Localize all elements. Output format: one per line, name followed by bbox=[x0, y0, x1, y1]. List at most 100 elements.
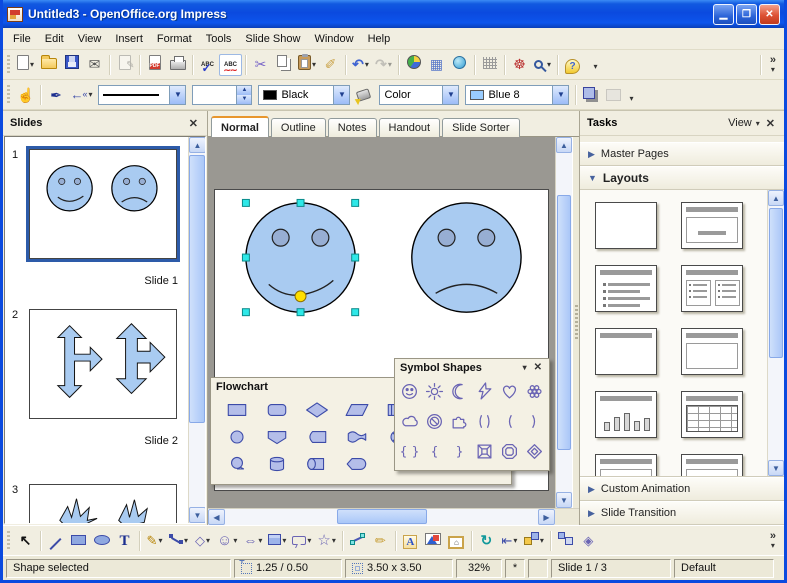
toolbar-overflow-button[interactable]: »▾ bbox=[764, 55, 782, 74]
slide-canvas[interactable]: Flowchart Symbol Shapes ▾ ✕ { }{} bbox=[208, 137, 555, 508]
menu-help[interactable]: Help bbox=[361, 30, 398, 48]
toolbar-grip[interactable] bbox=[7, 55, 10, 75]
scroll-up-icon[interactable]: ▲ bbox=[189, 137, 206, 153]
edit-points-mode-button[interactable]: ☝ bbox=[14, 84, 37, 106]
tab-outline[interactable]: Outline bbox=[271, 118, 326, 137]
prohibited-shape-button[interactable] bbox=[422, 406, 447, 436]
flower-shape-button[interactable] bbox=[522, 376, 547, 406]
navigator-button[interactable]: ☸ bbox=[508, 54, 531, 76]
section-layouts[interactable]: ▼ Layouts bbox=[580, 166, 784, 190]
scrollbar-thumb[interactable] bbox=[189, 155, 205, 423]
spellcheck-button[interactable]: ABC✓ bbox=[196, 54, 219, 76]
scrollbar-thumb[interactable] bbox=[769, 208, 783, 358]
layout-option-2-title-content[interactable] bbox=[681, 202, 743, 249]
layouts-scrollbar[interactable]: ▲ ▼ bbox=[767, 190, 784, 476]
slide-indicator[interactable]: Slide 1 / 3 bbox=[551, 559, 671, 578]
insert-chart-button[interactable] bbox=[402, 54, 425, 76]
scrollbar-thumb[interactable] bbox=[557, 195, 571, 450]
tab-slide-sorter[interactable]: Slide Sorter bbox=[442, 118, 519, 137]
menu-slide-show[interactable]: Slide Show bbox=[238, 30, 307, 48]
symbol-shapes-button[interactable]: ☺▾ bbox=[214, 530, 240, 552]
print-button[interactable] bbox=[166, 54, 189, 76]
punched-tape-shape-button[interactable] bbox=[337, 424, 377, 450]
scroll-up-icon[interactable]: ▲ bbox=[768, 190, 784, 206]
hyperlink-button[interactable] bbox=[448, 54, 471, 76]
toolbar-grip[interactable] bbox=[7, 531, 10, 551]
gallery-button[interactable]: ⌂ bbox=[445, 530, 468, 552]
interaction-button[interactable]: ◈ bbox=[577, 530, 600, 552]
toolbar-overflow-button[interactable]: »▾ bbox=[764, 531, 782, 550]
arrange-button[interactable]: ▾ bbox=[521, 530, 547, 552]
fill-tool-button[interactable] bbox=[353, 84, 376, 106]
curve-button[interactable]: ✎▾ bbox=[143, 530, 166, 552]
glue-points-button[interactable]: ✏ bbox=[369, 530, 392, 552]
sequential-access-shape-button[interactable] bbox=[217, 451, 257, 477]
decision-shape-button[interactable] bbox=[297, 397, 337, 423]
area-color-select[interactable]: Blue 8 ▼ bbox=[465, 85, 569, 105]
layout-option-3-title-bullets[interactable] bbox=[595, 265, 657, 312]
smiley-shape-button[interactable] bbox=[397, 376, 422, 406]
new-document-button[interactable]: ▾ bbox=[14, 54, 37, 76]
display-shape-button[interactable] bbox=[337, 451, 377, 477]
tasks-view-menu[interactable]: View▾✕ bbox=[728, 117, 777, 130]
chevron-down-icon[interactable]: ▼ bbox=[333, 86, 349, 104]
cut-button[interactable]: ✂ bbox=[249, 54, 272, 76]
octagon-bevel-shape-button[interactable] bbox=[497, 436, 522, 466]
chevron-down-icon[interactable]: ▾ bbox=[523, 363, 527, 372]
section-slide-transition[interactable]: ▶ Slide Transition bbox=[580, 501, 784, 525]
tab-notes[interactable]: Notes bbox=[328, 118, 377, 137]
line-width-input[interactable]: ▲▼ bbox=[192, 85, 252, 105]
minimize-button[interactable]: ▁ bbox=[713, 4, 734, 25]
insert-table-button[interactable]: ▦ bbox=[425, 54, 448, 76]
close-icon[interactable]: ✕ bbox=[532, 362, 544, 373]
close-icon[interactable]: ✕ bbox=[764, 117, 777, 130]
paste-button[interactable]: ▾ bbox=[295, 54, 319, 76]
alignment-button[interactable]: ⇤▾ bbox=[498, 530, 521, 552]
connector-shape-button[interactable] bbox=[217, 424, 257, 450]
magnetic-disc-shape-button[interactable] bbox=[257, 451, 297, 477]
line-color-select[interactable]: Black ▼ bbox=[258, 85, 350, 105]
help-button[interactable]: ? bbox=[561, 54, 584, 76]
zoom-button[interactable]: ▾ bbox=[531, 54, 554, 76]
rectangle-button[interactable] bbox=[67, 530, 90, 552]
scroll-down-icon[interactable]: ▼ bbox=[556, 492, 572, 508]
menu-tools[interactable]: Tools bbox=[199, 30, 239, 48]
rotate-button[interactable]: ↻ bbox=[475, 530, 498, 552]
layout-option-10-title-partial-2[interactable] bbox=[681, 454, 743, 477]
line-button[interactable] bbox=[44, 530, 67, 552]
direct-access-storage-shape-button[interactable] bbox=[297, 451, 337, 477]
format-paintbrush-button[interactable]: ✐ bbox=[319, 54, 342, 76]
menu-view[interactable]: View bbox=[71, 30, 109, 48]
section-custom-animation[interactable]: ▶ Custom Animation bbox=[580, 477, 784, 501]
diamond-bevel-shape-button[interactable] bbox=[522, 436, 547, 466]
layout-option-1-blank[interactable] bbox=[595, 202, 657, 249]
close-icon[interactable]: ✕ bbox=[187, 117, 200, 130]
left-brace-shape-button[interactable]: { bbox=[422, 436, 447, 466]
cloud-shape-button[interactable] bbox=[397, 406, 422, 436]
layout-option-7-title-chart[interactable] bbox=[595, 391, 657, 438]
left-bracket-shape-button[interactable] bbox=[497, 406, 522, 436]
layout-option-4-title-two-content[interactable] bbox=[681, 265, 743, 312]
save-button[interactable] bbox=[60, 54, 83, 76]
panel-splitter[interactable] bbox=[572, 137, 579, 508]
export-pdf-button[interactable] bbox=[143, 54, 166, 76]
menu-file[interactable]: File bbox=[6, 30, 38, 48]
chevron-down-icon[interactable]: ▼ bbox=[169, 86, 185, 104]
menu-window[interactable]: Window bbox=[307, 30, 360, 48]
menu-edit[interactable]: Edit bbox=[38, 30, 71, 48]
slide-thumbnail-3[interactable] bbox=[29, 484, 177, 524]
ellipse-button[interactable] bbox=[90, 530, 113, 552]
layout-option-9-title-partial-1[interactable] bbox=[595, 454, 657, 477]
flowcharts-button[interactable]: ▾ bbox=[265, 530, 289, 552]
copy-button[interactable] bbox=[272, 54, 295, 76]
undo-button[interactable]: ↶▾ bbox=[349, 54, 372, 76]
scrollbar-thumb[interactable] bbox=[337, 509, 427, 524]
stars-button[interactable]: ☆▾ bbox=[314, 530, 338, 552]
callouts-button[interactable]: ▾ bbox=[289, 530, 314, 552]
maximize-button[interactable]: ❐ bbox=[736, 4, 757, 25]
edit-points-button[interactable] bbox=[346, 530, 369, 552]
scroll-up-icon[interactable]: ▲ bbox=[556, 137, 572, 153]
basic-shapes-button[interactable]: ◇▾ bbox=[191, 530, 214, 552]
zoom-level[interactable]: 32% bbox=[456, 559, 502, 578]
arrow-style-button[interactable]: ←«▾ bbox=[67, 84, 95, 106]
